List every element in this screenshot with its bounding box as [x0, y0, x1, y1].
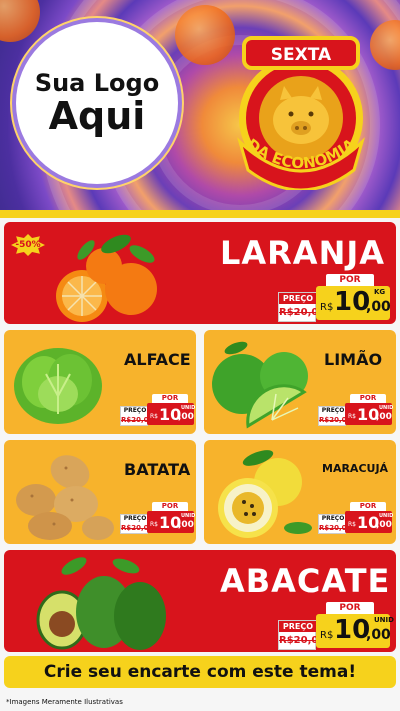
coin-bubble: [0, 0, 40, 42]
orange-icon: [56, 234, 157, 322]
price-decimal: ,00: [376, 412, 392, 422]
product-card-laranja[interactable]: -50% LARANJA PREÇO R$20,00 POR R$ 10 ,00…: [4, 222, 396, 324]
header-banner: Sua Logo Aqui SEXTA DA ECONOMIA: [0, 0, 400, 215]
price-decimal: ,00: [376, 520, 392, 530]
product-name: BATATA: [124, 460, 191, 479]
new-price-box: R$ 10 ,00 UNID: [345, 403, 394, 425]
product-card-maracuja[interactable]: MARACUJÁ POR PREÇO R$20,00 R$ 10 ,00 UNI…: [204, 440, 396, 544]
avocado-icon: [36, 557, 166, 650]
preco-label: PREÇO: [123, 515, 147, 522]
price-unit: UNID: [379, 405, 394, 411]
currency: R$: [150, 521, 158, 528]
product-card-alface[interactable]: ALFACE POR PREÇO R$20,00 R$ 10 ,00 UNID: [4, 330, 196, 434]
preco-label: PREÇO: [279, 293, 317, 304]
price-tag: POR PREÇO R$20,00 R$ 10 ,00 UNID: [318, 502, 394, 536]
price-unit: KG: [374, 288, 386, 296]
product-name: ABACATE: [220, 562, 391, 600]
preco-label: PREÇO: [279, 621, 317, 632]
old-price: R$20,00: [121, 416, 154, 424]
preco-label: PREÇO: [123, 407, 147, 414]
currency: R$: [348, 413, 356, 420]
price-unit: UNID: [379, 513, 394, 519]
price-unit: UNID: [181, 513, 196, 519]
price-decimal: ,00: [178, 412, 194, 422]
por-label: POR: [326, 274, 374, 286]
price-decimal: ,00: [366, 299, 391, 315]
logo-line2: Aqui: [48, 94, 146, 139]
product-name: ALFACE: [124, 350, 191, 369]
preco-label: PREÇO: [321, 407, 345, 414]
old-price: R$20,00: [279, 307, 326, 318]
currency: R$: [150, 413, 158, 420]
old-price: R$20,00: [121, 524, 154, 532]
old-price-box: PREÇO R$20,00: [318, 514, 352, 534]
old-price-box: PREÇO R$20,00: [120, 406, 154, 426]
por-label: POR: [350, 394, 386, 403]
por-label: POR: [152, 502, 188, 511]
currency: R$: [348, 521, 356, 528]
new-price-box: R$ 10 ,00 UNID: [147, 511, 196, 533]
preco-label: PREÇO: [321, 515, 345, 522]
new-price-box: R$ 10 ,00 KG: [316, 286, 391, 320]
badge-top-text: SEXTA: [271, 45, 332, 65]
lime-icon: [212, 341, 308, 429]
product-name: MARACUJÁ: [322, 462, 389, 475]
cta-button[interactable]: Crie seu encarte com este tema!: [4, 656, 396, 688]
price-tag: POR PREÇO R$20,00 R$ 10 ,00 UNID: [318, 394, 394, 428]
passion-fruit-icon: [218, 450, 312, 538]
por-label: POR: [152, 394, 188, 403]
discount-badge: -50%: [11, 234, 45, 256]
old-price: R$20,00: [319, 416, 352, 424]
lettuce-icon: [14, 348, 102, 424]
price-unit: UNID: [181, 405, 196, 411]
product-card-limao[interactable]: LIMÃO POR PREÇO R$20,00 R$ 10 ,00 UNID: [204, 330, 396, 434]
currency: R$: [320, 302, 334, 313]
product-card-batata[interactable]: BATATA POR PREÇO R$20,00 R$ 10 ,00 UNID: [4, 440, 196, 544]
price-integer: 10: [334, 287, 371, 317]
old-price-box: PREÇO R$20,00: [278, 292, 326, 322]
old-price-box: PREÇO R$20,00: [318, 406, 352, 426]
product-name: LARANJA: [220, 234, 386, 272]
potato-icon: [16, 455, 114, 540]
old-price: R$20,00: [319, 524, 352, 532]
price-decimal: ,00: [366, 627, 391, 643]
disclaimer-text: *Imagens Meramente Ilustrativas: [0, 694, 400, 711]
old-price: R$20,00: [279, 635, 326, 646]
product-card-abacate[interactable]: ABACATE PREÇO R$20,00 POR R$ 10 ,00 UNID: [4, 550, 396, 652]
old-price-box: PREÇO R$20,00: [120, 514, 154, 534]
por-label: POR: [350, 502, 386, 511]
price-unit: UNID: [374, 616, 394, 624]
price-decimal: ,00: [178, 520, 194, 530]
piggy-bank-icon: SEXTA DA ECONOMIA: [237, 36, 365, 190]
header-divider: [0, 210, 400, 218]
price-tag: POR PREÇO R$20,00 R$ 10 ,00 UNID: [120, 394, 196, 428]
old-price-box: PREÇO R$20,00: [278, 620, 326, 650]
por-label: POR: [326, 602, 374, 614]
new-price-box: R$ 10 ,00 UNID: [316, 614, 394, 648]
product-name: LIMÃO: [324, 350, 383, 369]
new-price-box: R$ 10 ,00 UNID: [147, 403, 196, 425]
new-price-box: R$ 10 ,00 UNID: [345, 511, 394, 533]
currency: R$: [320, 630, 334, 641]
price-integer: 10: [334, 615, 371, 645]
price-tag: POR PREÇO R$20,00 R$ 10 ,00 UNID: [120, 502, 196, 536]
sexta-economia-badge: SEXTA DA ECONOMIA: [226, 30, 376, 190]
logo-line1: Sua Logo: [34, 69, 160, 98]
logo-placeholder[interactable]: Sua Logo Aqui: [16, 22, 178, 184]
